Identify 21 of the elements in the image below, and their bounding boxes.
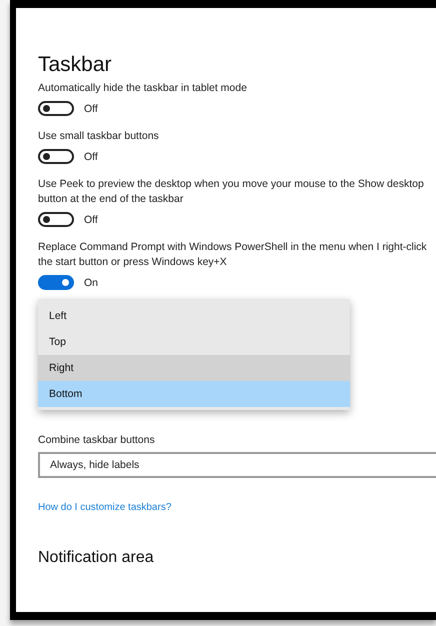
toggle-state: Off — [84, 214, 98, 226]
help-link[interactable]: How do I customize taskbars? — [38, 502, 436, 513]
setting-label: Automatically hide the taskbar in tablet mode — [38, 81, 248, 96]
toggle-state: Off — [84, 150, 98, 162]
toggle-switch[interactable] — [38, 275, 74, 290]
toggle-switch[interactable] — [38, 212, 74, 227]
toggle-state: Off — [84, 102, 98, 114]
dropdown-option[interactable]: Left — [38, 303, 350, 329]
page-title: Taskbar — [38, 53, 113, 77]
dropdown-option[interactable]: Right — [38, 355, 350, 381]
setting-label: Use Peek to preview the desktop when you move your mouse to the Show desktop button at the end of the taskbar — [38, 177, 425, 207]
setting-label: Use small taskbar buttons — [38, 129, 160, 144]
combine-label: Combine taskbar buttons — [38, 434, 156, 446]
toggle-switch[interactable] — [38, 101, 74, 116]
setting-label: Replace Command Prompt with Windows PowerShell in the menu when I right-click the start button or press Windows key+X — [38, 240, 428, 270]
dropdown-option[interactable]: Top — [38, 329, 350, 355]
combine-dropdown[interactable]: Always, hide labels — [38, 452, 436, 478]
toggle-state: On — [84, 276, 98, 288]
dropdown-option[interactable]: Bottom — [38, 381, 350, 407]
toggle-switch[interactable] — [38, 149, 74, 164]
section-heading: Notification area — [38, 549, 155, 567]
